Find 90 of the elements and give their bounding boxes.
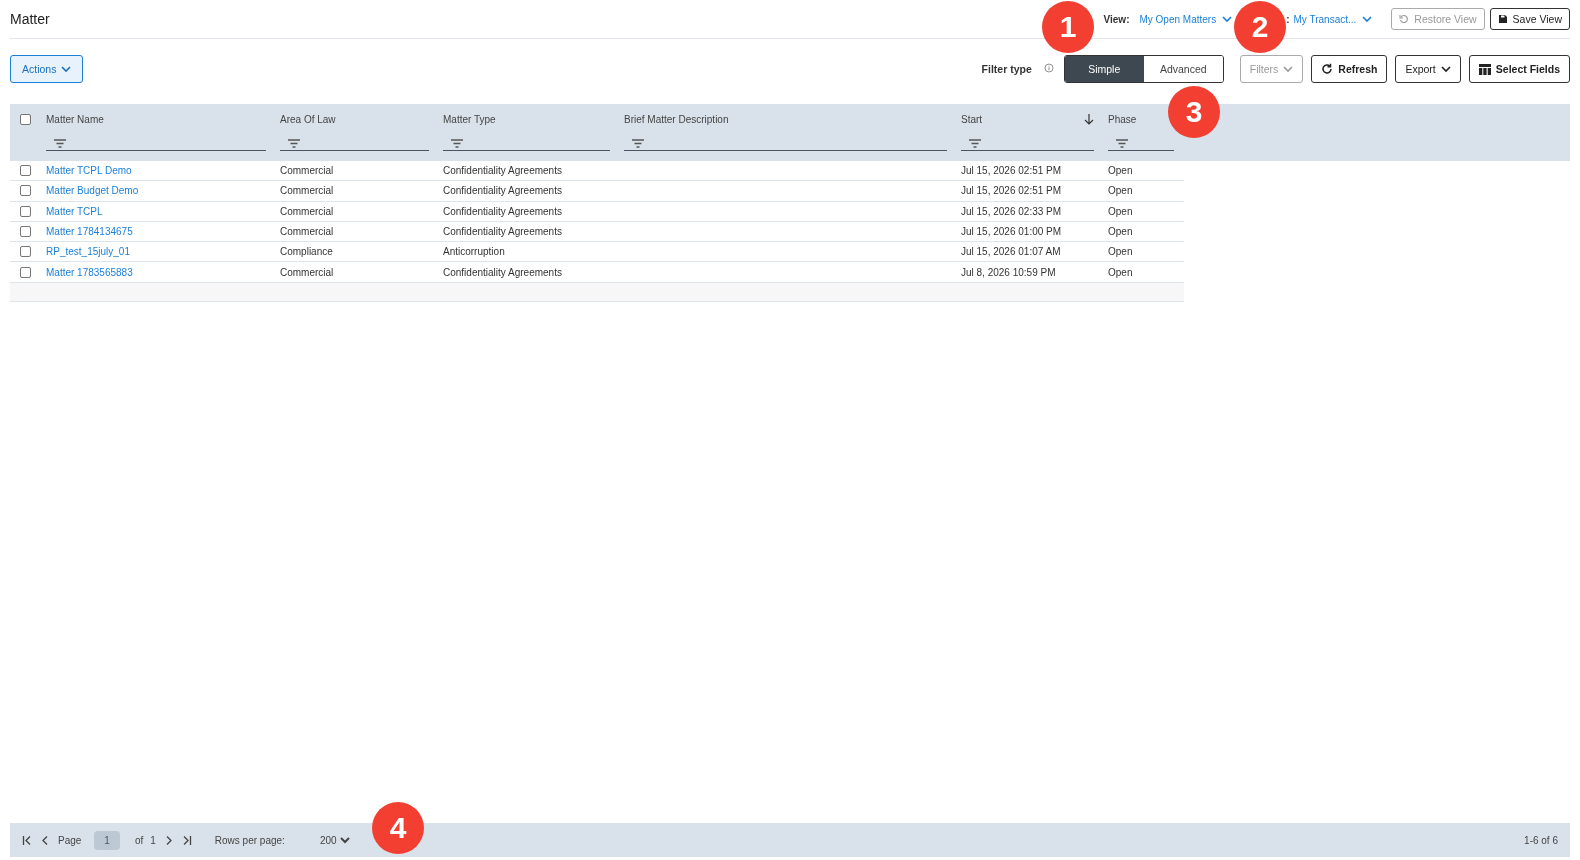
- column-filter-field[interactable]: [443, 136, 610, 151]
- filter-icon: [632, 138, 644, 148]
- view-label: :: [1286, 13, 1290, 25]
- toolbar-button[interactable]: Select Fields: [1468, 55, 1570, 83]
- callout-badge: 2: [1234, 1, 1286, 53]
- table-cell: Confidentiality Agreements: [443, 226, 562, 238]
- filter-icon: [288, 138, 300, 148]
- table-cell: Jul 15, 2026 02:51 PM: [961, 165, 1062, 177]
- table-cell: Compliance: [280, 246, 333, 258]
- table-cell: Anticorruption: [443, 246, 505, 258]
- view-button[interactable]: Save View: [1489, 8, 1570, 30]
- table-cell: Commercial: [280, 205, 334, 217]
- sort-down-icon[interactable]: [1084, 113, 1094, 125]
- restore-icon: [1399, 14, 1410, 24]
- column-header[interactable]: Matter Type: [443, 113, 496, 125]
- column-filter-field[interactable]: [46, 136, 266, 151]
- matter-link[interactable]: Matter 1783565883: [46, 266, 133, 278]
- table-cell: Confidentiality Agreements: [443, 266, 562, 278]
- matter-link[interactable]: Matter TCPL: [46, 205, 103, 217]
- table-cell: Jul 15, 2026 01:00 PM: [961, 226, 1062, 238]
- table-cell: Open: [1108, 205, 1133, 217]
- table-cell: Confidentiality Agreements: [443, 205, 562, 217]
- table-cell: Open: [1108, 266, 1133, 278]
- refresh-icon: [1321, 63, 1334, 75]
- column-filter-field[interactable]: [280, 136, 429, 151]
- page-label: Page: [58, 834, 82, 846]
- rows-per-page-label: Rows per page:: [214, 834, 285, 846]
- filter-icon: [969, 138, 981, 148]
- toolbar-button[interactable]: Refresh: [1311, 55, 1388, 83]
- view-label: View:: [1103, 13, 1130, 25]
- table-cell: Open: [1108, 165, 1133, 177]
- matter-link[interactable]: RP_test_15july_01: [46, 246, 130, 258]
- columns-icon: [1478, 63, 1491, 75]
- page-number-field[interactable]: 1: [94, 830, 120, 850]
- table-cell: Jul 15, 2026 02:51 PM: [961, 185, 1062, 197]
- checkbox[interactable]: [19, 226, 31, 238]
- rows-per-page-dropdown[interactable]: 200: [319, 834, 350, 846]
- table-cell: Commercial: [280, 226, 334, 238]
- table-cell: Commercial: [280, 165, 334, 177]
- table-cell: Confidentiality Agreements: [443, 185, 562, 197]
- callout-badge: 1: [1042, 1, 1094, 53]
- table-cell: Commercial: [280, 185, 334, 197]
- column-header[interactable]: Area Of Law: [280, 113, 336, 125]
- chevron-down-icon: [1283, 65, 1294, 73]
- chevron-down-icon: [339, 836, 350, 844]
- table-cell: Jul 15, 2026 01:07 AM: [961, 246, 1061, 258]
- callout-badge: 4: [372, 802, 424, 854]
- actions-button[interactable]: Actions: [10, 55, 84, 83]
- matter-link[interactable]: Matter 1784134675: [46, 226, 133, 238]
- column-header[interactable]: Start: [961, 113, 983, 125]
- checkbox[interactable]: [19, 114, 31, 125]
- view-dropdown[interactable]: My Transact...: [1293, 13, 1373, 25]
- of-label: of: [134, 834, 144, 846]
- matter-link[interactable]: Matter TCPL Demo: [46, 165, 132, 177]
- table-cell: Open: [1108, 185, 1133, 197]
- checkbox[interactable]: [19, 266, 31, 278]
- toolbar-button[interactable]: Export: [1395, 55, 1461, 83]
- table-cell: Open: [1108, 246, 1133, 258]
- info-icon: [1043, 63, 1054, 73]
- matter-link[interactable]: Matter Budget Demo: [46, 185, 139, 197]
- column-filter-field[interactable]: [1108, 136, 1174, 151]
- table-cell: Confidentiality Agreements: [443, 165, 562, 177]
- callout-badge: 3: [1168, 86, 1220, 138]
- filter-icon: [451, 138, 463, 148]
- filter-icon: [1116, 138, 1128, 148]
- total-pages: 1: [150, 834, 156, 846]
- filter-type-label: Filter type: [981, 63, 1032, 75]
- column-filter-field[interactable]: [624, 136, 947, 151]
- chevron-down-icon: [1222, 15, 1233, 23]
- column-header[interactable]: Phase: [1108, 113, 1137, 125]
- table-cell: Commercial: [280, 266, 334, 278]
- table-cell: Open: [1108, 226, 1133, 238]
- checkbox[interactable]: [19, 246, 31, 258]
- checkbox[interactable]: [19, 165, 31, 177]
- column-header[interactable]: Brief Matter Description: [624, 113, 729, 125]
- checkbox[interactable]: [19, 205, 31, 217]
- filter-icon: [54, 138, 66, 148]
- chevron-down-icon: [1362, 15, 1373, 23]
- filter-mode-tab[interactable]: Simple: [1064, 56, 1144, 82]
- column-header[interactable]: Matter Name: [46, 113, 104, 125]
- first-page-icon[interactable]: [22, 834, 33, 846]
- view-dropdown[interactable]: My Open Matters: [1139, 13, 1233, 25]
- chevron-down-icon: [1440, 65, 1451, 73]
- table-cell: Jul 15, 2026 02:33 PM: [961, 205, 1062, 217]
- save-icon: [1497, 14, 1508, 24]
- checkbox[interactable]: [19, 185, 31, 197]
- table-cell: Jul 8, 2026 10:59 PM: [961, 266, 1056, 278]
- row-count: 1-6 of 6: [1524, 834, 1558, 846]
- column-filter-field[interactable]: [961, 136, 1094, 151]
- chevron-down-icon: [61, 65, 72, 73]
